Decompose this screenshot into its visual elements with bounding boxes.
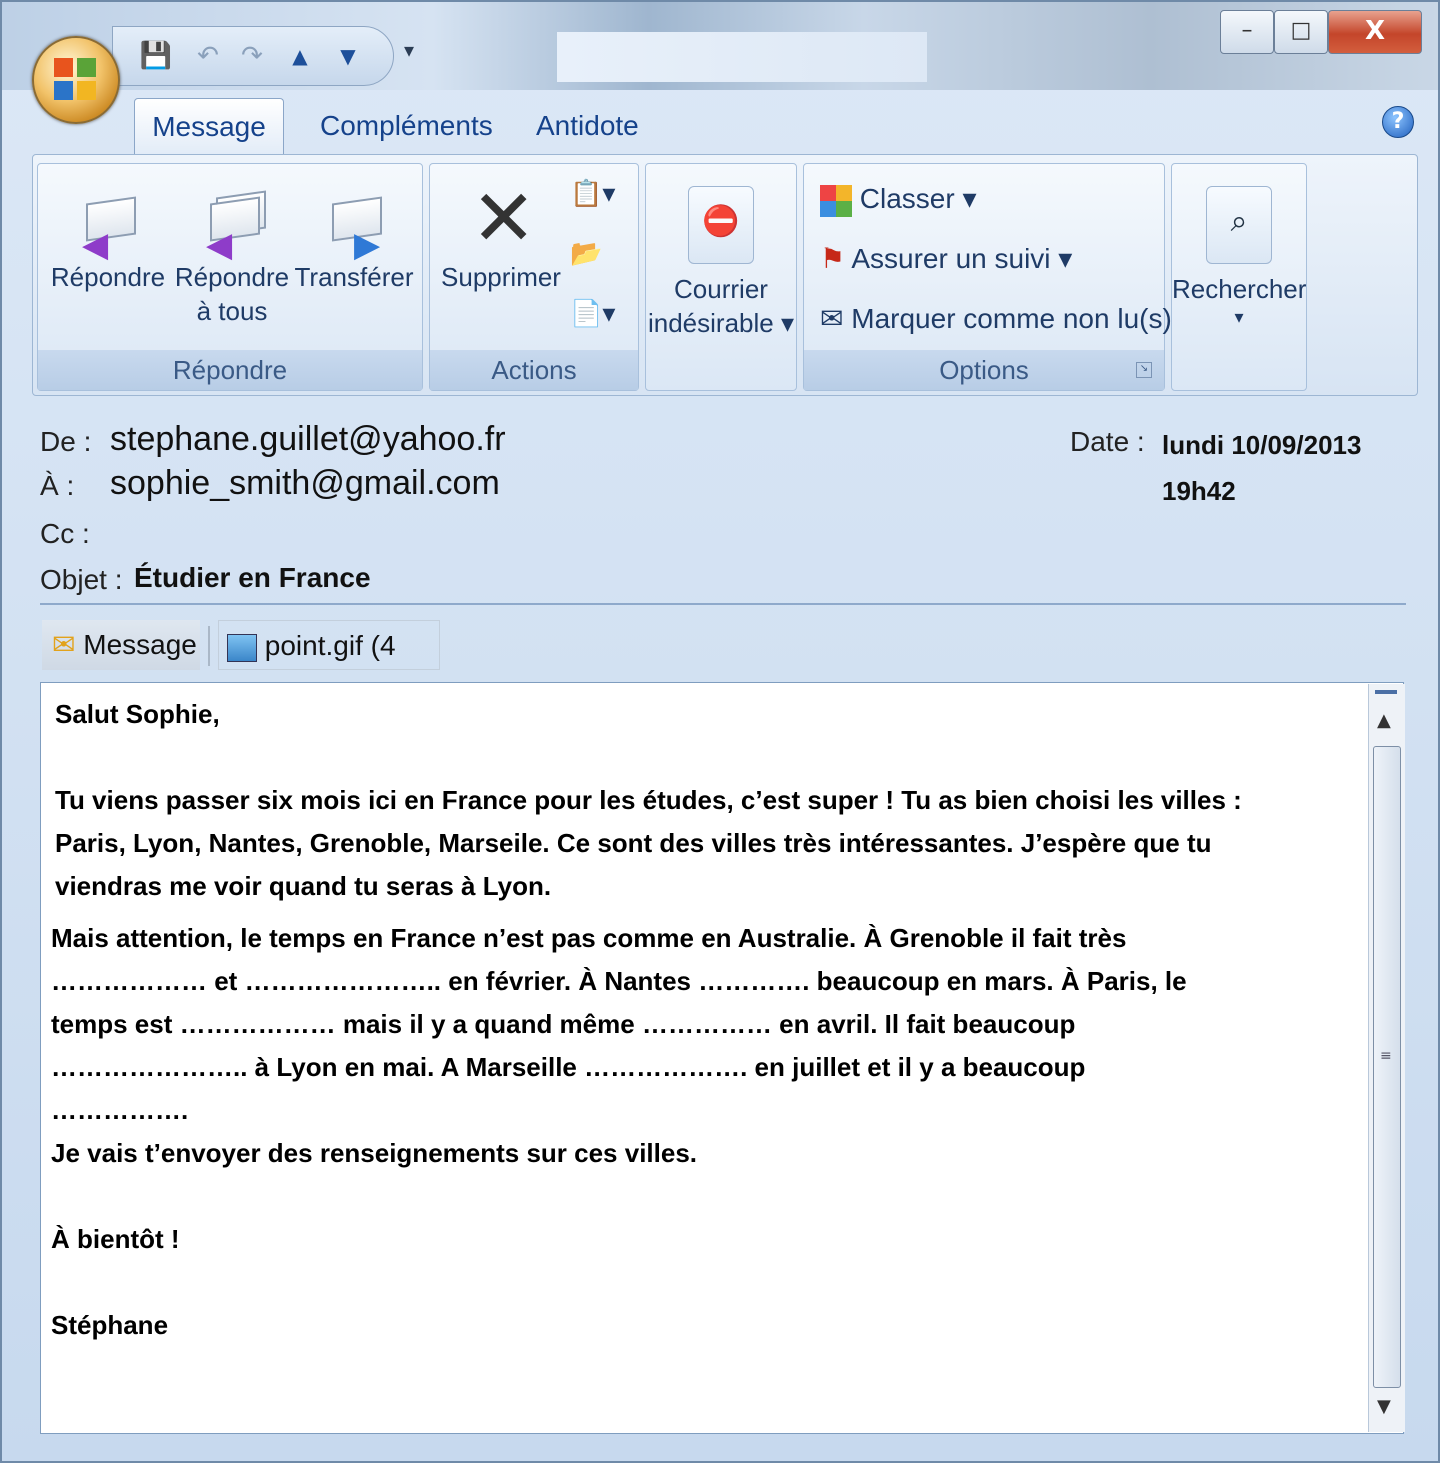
scroll-down-icon[interactable]: ▼ xyxy=(1377,1396,1391,1417)
group-search: ⌕ Rechercher ▾ xyxy=(1171,163,1307,391)
body-line: Paris, Lyon, Nantes, Grenoble, Marseile.… xyxy=(55,828,1212,858)
message-body[interactable]: Salut Sophie, Tu viens passer six mois i… xyxy=(40,682,1404,1434)
customize-toolbar-icon[interactable]: ▾ xyxy=(404,38,414,62)
tab-complements[interactable]: Compléments xyxy=(300,98,513,156)
follow-up-button[interactable]: ⚑ Assurer un suivi ▾ xyxy=(820,242,1072,275)
body-line: À bientôt ! xyxy=(51,1224,180,1254)
image-file-icon xyxy=(227,633,257,662)
redo-icon[interactable]: ↷ xyxy=(235,39,269,73)
options-dialog-launcher-icon[interactable]: ↘ xyxy=(1136,362,1152,378)
forward-icon: ▶ xyxy=(324,186,384,262)
reply-button[interactable]: ◀ Répondre xyxy=(48,172,168,294)
copy-folder-icon[interactable]: 📂 xyxy=(570,238,602,269)
body-line: ……………. xyxy=(51,1095,189,1125)
office-button[interactable] xyxy=(32,36,120,124)
reply-all-button[interactable]: ◀ Répondre à tous xyxy=(172,172,292,328)
forward-button[interactable]: ▶ Transférer xyxy=(294,172,414,294)
attachment-point-gif[interactable]: point.gif (4 Ko) xyxy=(218,620,440,711)
previous-item-icon[interactable]: ▲ xyxy=(283,39,317,73)
body-line xyxy=(55,742,1355,785)
time-value: 19h42 xyxy=(1162,476,1236,506)
categorize-icon xyxy=(820,184,852,217)
junk-mail-button[interactable]: ⛔ Courrier indésirable ▾ xyxy=(646,172,796,340)
group-actions: ✕ Supprimer 📋▾ 📂 📄▾ Actions xyxy=(429,163,639,391)
body-line: viendras me voir quand tu seras à Lyon. xyxy=(55,871,552,901)
body-line: Stéphane xyxy=(51,1310,169,1340)
group-label-repondre: Répondre xyxy=(38,350,422,390)
message-view-tab[interactable]: ✉ Message xyxy=(42,620,200,670)
cc-label: Cc : xyxy=(40,518,90,549)
body-line: Salut Sophie, xyxy=(55,699,220,729)
help-icon[interactable]: ? xyxy=(1382,106,1414,138)
binoculars-icon: ⌕ xyxy=(1206,186,1272,264)
body-line: ……………… et ………………….. en février. À Nantes… xyxy=(51,966,1187,996)
scroll-up-icon[interactable]: ▲ xyxy=(1377,710,1391,731)
body-line xyxy=(51,1181,1355,1224)
reply-all-icon: ◀ xyxy=(202,186,266,262)
maximize-button[interactable]: □ xyxy=(1274,10,1328,54)
reply-icon: ◀ xyxy=(78,186,138,262)
minimize-button[interactable]: – xyxy=(1220,10,1274,54)
from-label: De : xyxy=(40,426,92,457)
close-button[interactable]: X xyxy=(1328,10,1422,54)
next-item-icon[interactable]: ▼ xyxy=(331,39,365,73)
search-button[interactable]: ⌕ Rechercher ▾ xyxy=(1172,172,1306,328)
date-label: Date : xyxy=(1070,426,1145,457)
body-line: Mais attention, le temps en France n’est… xyxy=(51,923,1127,953)
junk-mail-icon: ⛔ xyxy=(688,186,754,264)
window-title-area xyxy=(557,32,927,82)
other-actions-icon[interactable]: 📄▾ xyxy=(570,298,615,329)
body-line xyxy=(51,1267,1355,1310)
envelope-icon: ✉ xyxy=(52,629,76,660)
thumb-grip-icon: ≡ xyxy=(1380,1048,1392,1064)
delete-button[interactable]: ✕ Supprimer xyxy=(436,172,566,294)
title-bar: 💾 ↶ ↷ ▲ ▼ ▾ – □ X xyxy=(2,2,1438,90)
categorize-button[interactable]: Classer ▾ xyxy=(820,182,977,217)
message-text: Salut Sophie, Tu viens passer six mois i… xyxy=(51,699,1355,1353)
body-line: Je vais t’envoyer des renseignements sur… xyxy=(51,1138,698,1168)
move-folder-icon[interactable]: 📋▾ xyxy=(570,178,615,209)
tab-message[interactable]: Message xyxy=(134,98,284,157)
office-logo-icon xyxy=(54,58,98,102)
body-line: Tu viens passer six mois ici en France p… xyxy=(55,785,1242,815)
mark-unread-button[interactable]: ✉ Marquer comme non lu(s) xyxy=(820,302,1172,335)
attachment-separator xyxy=(208,626,210,666)
group-options: Classer ▾ ⚑ Assurer un suivi ▾ ✉ Marquer… xyxy=(803,163,1172,391)
from-value: stephane.guillet@yahoo.fr xyxy=(110,420,506,458)
body-line: temps est ……………… mais il y a quand même … xyxy=(51,1009,1076,1039)
body-line: ………………….. à Lyon en mai. A Marseille ………… xyxy=(51,1052,1086,1082)
tab-antidote[interactable]: Antidote xyxy=(516,98,659,156)
group-label-actions: Actions xyxy=(430,350,638,390)
to-label: À : xyxy=(40,470,75,501)
body-scrollbar[interactable]: ▲ ≡ ▼ xyxy=(1368,684,1405,1432)
ribbon: ◀ Répondre ◀ Répondre à tous ▶ Transfére… xyxy=(32,154,1418,396)
subject-value: Étudier en France xyxy=(134,562,371,593)
undo-icon[interactable]: ↶ xyxy=(191,39,225,73)
group-label-options: Options xyxy=(804,350,1164,390)
delete-icon: ✕ xyxy=(471,174,537,264)
scrollbar-thumb[interactable]: ≡ xyxy=(1373,746,1401,1388)
mail-window: 💾 ↶ ↷ ▲ ▼ ▾ – □ X Message Compléments An… xyxy=(0,0,1440,1463)
group-junk: ⛔ Courrier indésirable ▾ xyxy=(645,163,797,391)
header-divider xyxy=(40,603,1406,605)
quick-access-toolbar: 💾 ↶ ↷ ▲ ▼ xyxy=(112,26,394,86)
date-value: lundi 10/09/2013 xyxy=(1162,430,1362,460)
scrollbar-split-handle[interactable] xyxy=(1375,690,1397,694)
save-icon[interactable]: 💾 xyxy=(139,39,173,73)
unread-mail-icon: ✉ xyxy=(820,303,844,334)
to-value: sophie_smith@gmail.com xyxy=(110,464,500,502)
group-repondre: ◀ Répondre ◀ Répondre à tous ▶ Transfére… xyxy=(37,163,423,391)
flag-icon: ⚑ xyxy=(820,243,846,274)
subject-label: Objet : xyxy=(40,564,123,595)
